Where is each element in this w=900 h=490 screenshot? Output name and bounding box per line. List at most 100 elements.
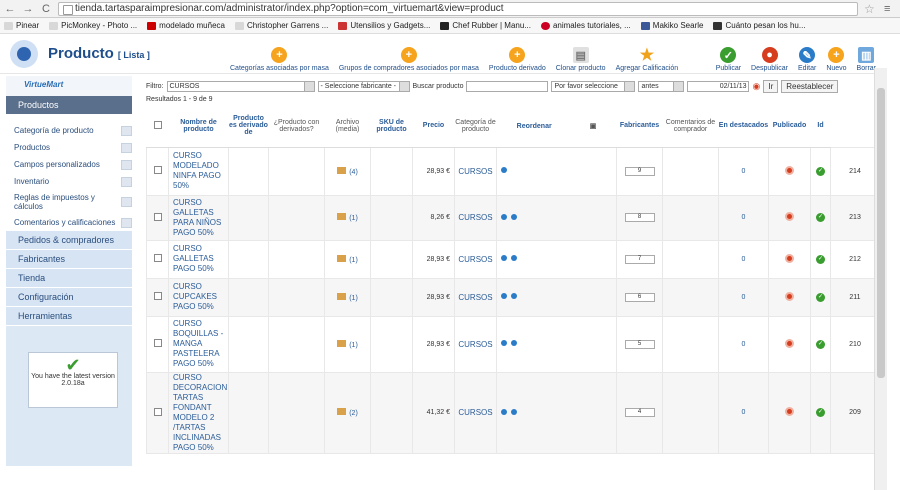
- publish-button[interactable]: ✓ Publicar: [711, 36, 746, 72]
- sidebar-section-productos[interactable]: Productos: [6, 96, 132, 114]
- address-bar[interactable]: tienda.tartasparaimpresionar.com/adminis…: [58, 1, 858, 16]
- published-toggle-icon[interactable]: ✓: [816, 292, 825, 302]
- row-checkbox[interactable]: [153, 212, 162, 221]
- product-name-link[interactable]: CURSO BOQUILLAS - MANGA PASTELERA PAGO 5…: [168, 315, 229, 373]
- edit-button[interactable]: ✎ Editar: [793, 36, 821, 72]
- col-sku[interactable]: SKU de producto: [370, 105, 413, 148]
- sidebar-item-reglas[interactable]: Reglas de impuestos y cálculos: [6, 190, 132, 214]
- row-select-cell[interactable]: [146, 371, 169, 454]
- row-select-cell[interactable]: [146, 277, 169, 317]
- move-up-icon[interactable]: [501, 255, 507, 261]
- col-destacados[interactable]: En destacados: [718, 105, 769, 148]
- sidebar-section-herramientas[interactable]: Herramientas: [6, 307, 132, 326]
- row-checkbox[interactable]: [153, 292, 162, 300]
- row-select-cell[interactable]: [146, 315, 169, 373]
- sidebar-item-categoria[interactable]: Categoría de producto: [6, 122, 132, 139]
- col-id[interactable]: Id: [810, 105, 831, 148]
- published-toggle-icon[interactable]: ✓: [816, 339, 825, 349]
- order-input[interactable]: 7: [624, 254, 655, 264]
- bookmark-item[interactable]: Christopher Garrens ...: [234, 21, 328, 30]
- move-up-icon[interactable]: [501, 340, 507, 346]
- bookmark-item[interactable]: Cuánto pesan los hu...: [713, 21, 806, 30]
- featured-toggle-icon[interactable]: [785, 253, 794, 263]
- row-checkbox[interactable]: [153, 166, 162, 174]
- comments-count[interactable]: 0: [718, 315, 769, 373]
- row-select-cell[interactable]: [146, 146, 169, 196]
- row-checkbox[interactable]: [153, 254, 162, 262]
- move-down-icon[interactable]: [511, 293, 517, 299]
- bookmark-star-icon[interactable]: ☆: [864, 2, 878, 16]
- featured-toggle-icon[interactable]: [785, 165, 794, 175]
- comments-count[interactable]: 0: [718, 194, 769, 241]
- product-name-link[interactable]: CURSO MODELADO NINFA PAGO 50%: [168, 146, 229, 196]
- mass-categories-button[interactable]: + Categorías asociadas por masa: [225, 36, 334, 72]
- product-name-link[interactable]: CURSO GALLETAS PARA NIÑOS PAGO 50%: [168, 194, 229, 241]
- col-precio[interactable]: Precio: [412, 105, 455, 148]
- manufacturer-select[interactable]: - Seleccione fabricante -: [317, 80, 410, 92]
- move-down-icon[interactable]: [511, 408, 517, 415]
- move-up-icon[interactable]: [501, 213, 507, 220]
- comments-count[interactable]: 0: [718, 277, 769, 317]
- media-cell[interactable]: (2): [324, 371, 371, 454]
- back-icon[interactable]: ←: [4, 3, 16, 15]
- col-fabricantes[interactable]: Fabricantes: [616, 105, 663, 148]
- date-input[interactable]: 02/11/13: [687, 80, 750, 92]
- go-button[interactable]: Ir: [763, 79, 779, 93]
- media-cell[interactable]: (1): [324, 277, 371, 317]
- col-reordenar[interactable]: Reordenar ▣: [496, 105, 617, 148]
- order-input[interactable]: 8: [624, 213, 655, 222]
- category-link[interactable]: CURSOS: [454, 194, 497, 241]
- sidebar-item-comentarios[interactable]: Comentarios y calificaciones: [6, 214, 132, 231]
- col-nombre[interactable]: Nombre de producto: [168, 105, 229, 148]
- sidebar-section-fabricantes[interactable]: Fabricantes: [6, 250, 132, 269]
- published-toggle-icon[interactable]: ✓: [816, 254, 825, 264]
- move-down-icon[interactable]: [511, 340, 517, 346]
- featured-toggle-icon[interactable]: [785, 291, 794, 301]
- featured-toggle-icon[interactable]: [785, 338, 794, 348]
- sidebar-item-productos[interactable]: Productos: [6, 139, 132, 156]
- published-toggle-icon[interactable]: ✓: [816, 408, 825, 417]
- bookmark-item[interactable]: Pinear: [4, 21, 39, 30]
- row-checkbox[interactable]: [153, 407, 162, 416]
- derived-product-button[interactable]: + Producto derivado: [484, 36, 551, 72]
- row-select-cell[interactable]: [146, 194, 169, 241]
- comments-count[interactable]: 0: [718, 239, 769, 279]
- category-link[interactable]: CURSOS: [454, 277, 497, 317]
- order-input[interactable]: 4: [624, 408, 655, 417]
- bookmark-item[interactable]: modelado muñeca: [147, 21, 225, 30]
- new-button[interactable]: + Nuevo: [821, 36, 851, 72]
- bookmark-item[interactable]: animales tutoriales, ...: [540, 21, 631, 30]
- bookmark-item[interactable]: PicMonkey - Photo ...: [49, 21, 137, 30]
- product-name-link[interactable]: CURSO CUPCAKES PAGO 50%: [168, 277, 229, 317]
- sidebar-section-configuracion[interactable]: Configuración: [6, 288, 132, 307]
- row-checkbox[interactable]: [153, 339, 162, 347]
- order-input[interactable]: 9: [624, 166, 655, 176]
- sidebar-section-tienda[interactable]: Tienda: [6, 269, 132, 288]
- published-toggle-icon[interactable]: ✓: [816, 166, 825, 176]
- reload-icon[interactable]: C: [40, 3, 52, 15]
- sidebar-section-pedidos[interactable]: Pedidos & compradores: [6, 231, 132, 250]
- comments-count[interactable]: 0: [718, 146, 769, 196]
- product-name-link[interactable]: CURSO GALLETAS PAGO 50%: [168, 239, 229, 279]
- comments-count[interactable]: 0: [718, 371, 769, 454]
- media-cell[interactable]: (1): [324, 239, 371, 279]
- featured-toggle-icon[interactable]: [785, 407, 794, 416]
- category-link[interactable]: CURSOS: [454, 371, 497, 454]
- media-cell[interactable]: (1): [324, 194, 371, 241]
- move-down-icon[interactable]: [501, 167, 507, 173]
- date-operator-select[interactable]: antes: [638, 80, 685, 92]
- calendar-icon[interactable]: ◉: [752, 81, 760, 92]
- bookmark-item[interactable]: Chef Rubber | Manu...: [440, 21, 531, 30]
- media-cell[interactable]: (1): [324, 315, 371, 373]
- mass-groups-button[interactable]: + Grupos de compradores asociados por mas…: [334, 36, 484, 72]
- save-order-icon[interactable]: ▣: [590, 123, 597, 130]
- featured-toggle-icon[interactable]: [785, 212, 794, 221]
- forward-icon[interactable]: →: [22, 3, 34, 15]
- row-select-cell[interactable]: [146, 239, 169, 279]
- bookmark-item[interactable]: Utensilios y Gadgets...: [338, 21, 430, 30]
- scrollbar[interactable]: [874, 68, 887, 490]
- reset-button[interactable]: Reestablecer: [781, 79, 839, 93]
- bookmark-item[interactable]: Makiko Searle: [640, 21, 703, 30]
- product-name-link[interactable]: CURSO DECORACION TARTAS FONDANT MODELO 2…: [168, 371, 229, 454]
- clone-product-button[interactable]: ▤ Clonar producto: [551, 36, 611, 72]
